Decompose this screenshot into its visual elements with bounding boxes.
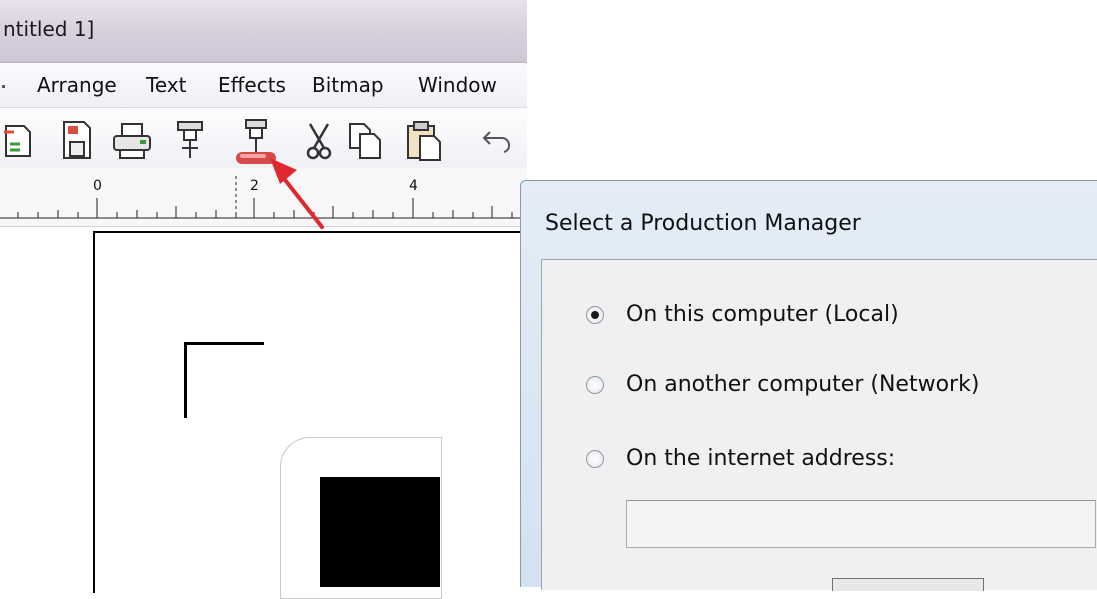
radio-network-label[interactable]: On another computer (Network) bbox=[626, 372, 979, 397]
dialog-title: Select a Production Manager bbox=[545, 211, 861, 236]
dialog-client-area: On this computer (Local) On another comp… bbox=[541, 259, 1097, 591]
dialog-button[interactable] bbox=[832, 578, 984, 591]
internet-address-input[interactable] bbox=[626, 500, 1096, 548]
select-production-manager-dialog: Select a Production Manager On this comp… bbox=[520, 180, 1097, 591]
radio-dot bbox=[591, 311, 599, 319]
radio-button[interactable] bbox=[586, 376, 604, 394]
radio-button[interactable] bbox=[586, 450, 604, 468]
radio-local-label[interactable]: On this computer (Local) bbox=[626, 302, 899, 327]
radio-internet-label[interactable]: On the internet address: bbox=[626, 446, 895, 471]
radio-button-selected[interactable] bbox=[586, 306, 604, 324]
